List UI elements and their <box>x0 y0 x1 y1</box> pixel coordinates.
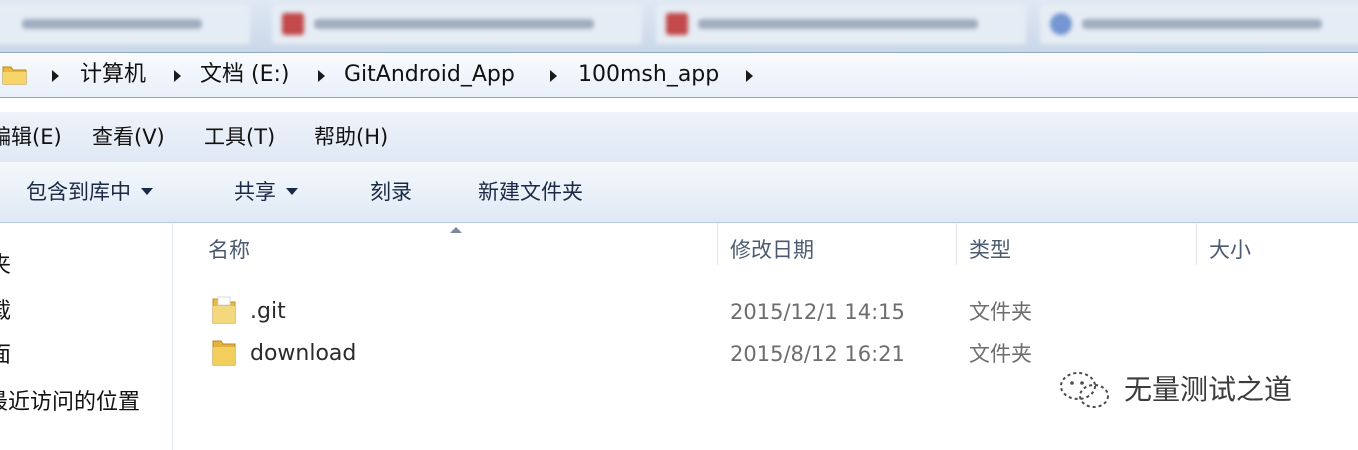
burn-button[interactable]: 刻录 <box>370 177 412 207</box>
share-label: 共享 <box>234 180 276 204</box>
new-folder-button[interactable]: 新建文件夹 <box>478 177 583 207</box>
tab-favicon-icon <box>282 13 304 35</box>
menu-help[interactable]: 帮助(H) <box>314 123 388 151</box>
column-header-size[interactable]: 大小 <box>1209 235 1251 265</box>
navigation-pane: 夹 载 面 最近访问的位置 <box>0 223 173 450</box>
column-header-type[interactable]: 类型 <box>969 235 1011 265</box>
include-in-library-label: 包含到库中 <box>26 180 131 204</box>
nav-item-recent-places[interactable]: 最近访问的位置 <box>0 388 140 418</box>
folder-icon <box>212 340 236 366</box>
column-divider[interactable] <box>1196 223 1197 265</box>
column-divider[interactable] <box>956 223 957 265</box>
wechat-logo-icon <box>1060 372 1109 408</box>
dropdown-caret-icon <box>286 188 298 195</box>
browser-tab-strip <box>0 0 1358 52</box>
breadcrumb-drive[interactable]: 文档 (E:) <box>200 62 289 88</box>
menu-edit[interactable]: 编辑(E) <box>0 123 62 151</box>
command-toolbar: 包含到库中 共享 刻录 新建文件夹 <box>0 162 1358 223</box>
menu-view[interactable]: 查看(V) <box>92 123 165 151</box>
breadcrumb-chevron-icon[interactable] <box>52 70 59 82</box>
file-list: 名称 修改日期 类型 大小 .git 2015/12/1 14:15 文件夹 d… <box>173 223 1358 450</box>
file-name: .git <box>250 299 286 324</box>
breadcrumb-chevron-icon[interactable] <box>550 70 557 82</box>
breadcrumb-chevron-icon[interactable] <box>318 70 325 82</box>
dropdown-caret-icon <box>141 188 153 195</box>
menu-tools[interactable]: 工具(T) <box>204 123 275 151</box>
file-name: download <box>250 341 357 366</box>
nav-item-downloads[interactable]: 载 <box>0 297 11 327</box>
address-bar[interactable]: 计算机 文档 (E:) GitAndroid_App 100msh_app <box>0 52 1358 98</box>
explorer-window: 计算机 文档 (E:) GitAndroid_App 100msh_app 编辑… <box>0 0 1358 450</box>
share-button[interactable]: 共享 <box>234 177 298 207</box>
include-in-library-button[interactable]: 包含到库中 <box>26 177 153 207</box>
column-header-modified[interactable]: 修改日期 <box>730 235 814 265</box>
folder-icon <box>2 66 27 85</box>
browser-tab[interactable] <box>1040 4 1358 44</box>
folder-icon <box>212 296 236 324</box>
breadcrumb-computer[interactable]: 计算机 <box>80 62 146 88</box>
table-row[interactable]: .git 2015/12/1 14:15 文件夹 <box>173 291 1358 331</box>
browser-tab[interactable] <box>656 4 1026 44</box>
breadcrumb-chevron-icon[interactable] <box>174 70 181 82</box>
nav-item-desktop[interactable]: 面 <box>0 341 11 371</box>
breadcrumb-current-folder[interactable]: 100msh_app <box>578 62 719 88</box>
file-modified: 2015/8/12 16:21 <box>730 342 905 366</box>
browser-tab[interactable] <box>272 4 642 44</box>
tab-favicon-icon <box>666 13 688 35</box>
nav-item-favorites[interactable]: 夹 <box>0 251 11 281</box>
breadcrumb-gitandroid[interactable]: GitAndroid_App <box>344 62 515 88</box>
browser-tab[interactable] <box>0 4 250 44</box>
file-type: 文件夹 <box>969 300 1032 324</box>
table-row[interactable]: download 2015/8/12 16:21 文件夹 <box>173 333 1358 373</box>
sort-ascending-icon <box>450 227 462 233</box>
column-header-name[interactable]: 名称 <box>208 235 250 265</box>
breadcrumb-chevron-icon[interactable] <box>746 70 753 82</box>
tab-favicon-icon <box>1050 13 1072 35</box>
column-divider[interactable] <box>717 223 718 265</box>
watermark-text: 无量测试之道 <box>1124 373 1293 406</box>
menu-bar: 编辑(E) 查看(V) 工具(T) 帮助(H) <box>0 112 1358 163</box>
file-modified: 2015/12/1 14:15 <box>730 300 905 324</box>
file-type: 文件夹 <box>969 342 1032 366</box>
